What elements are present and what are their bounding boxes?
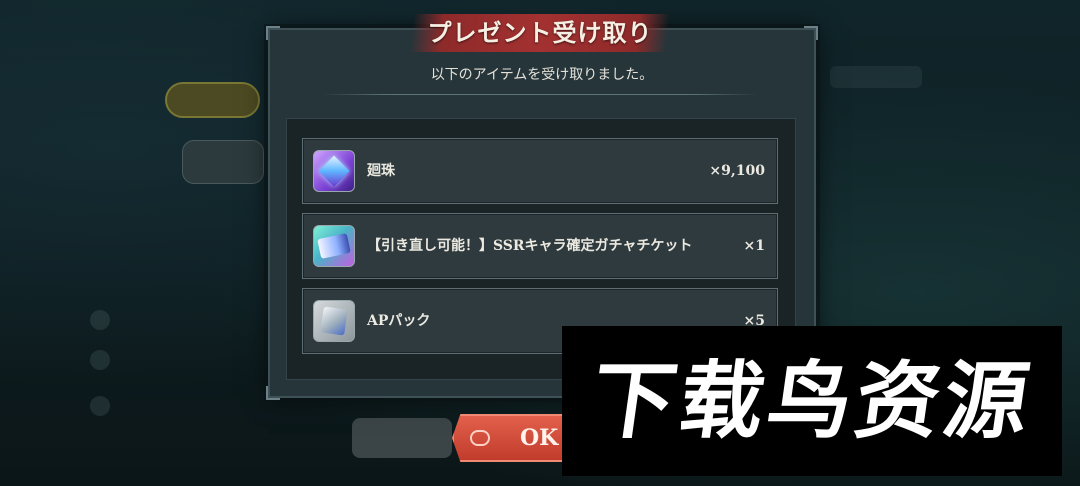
item-name: 廻珠 [367, 163, 395, 179]
background-menu-button [182, 140, 264, 184]
ok-button-label: OK [520, 425, 559, 451]
divider [322, 94, 758, 95]
list-item: 廻珠 ×9,100 [302, 138, 778, 204]
item-quantity: ×9,100 [709, 163, 765, 179]
background-icon [90, 396, 110, 416]
button-ornament-icon [470, 430, 490, 446]
dialog-corner [266, 26, 280, 40]
item-name: APパック [367, 313, 431, 329]
background-button [352, 418, 452, 458]
background-menu-pill [165, 82, 260, 118]
list-item: 【引き直し可能！】SSRキャラ確定ガチャチケット ×1 [302, 213, 778, 279]
dialog-corner [804, 26, 818, 40]
background-icon [90, 310, 110, 330]
background-label [830, 66, 922, 88]
watermark-overlay: 下载鸟资源 [562, 326, 1062, 476]
gacha-ticket-icon [313, 225, 355, 267]
background-icon [90, 350, 110, 370]
dialog-title: プレゼント受け取り [427, 18, 653, 47]
watermark-text: 下载鸟资源 [585, 352, 1039, 450]
dialog-message: 以下のアイテムを受け取りました。 [430, 67, 654, 83]
dialog-corner [266, 386, 280, 400]
ap-pack-icon [313, 300, 355, 342]
orb-crystal-icon [313, 150, 355, 192]
item-name: 【引き直し可能！】SSRキャラ確定ガチャチケット [367, 238, 693, 254]
item-quantity: ×1 [743, 238, 765, 254]
